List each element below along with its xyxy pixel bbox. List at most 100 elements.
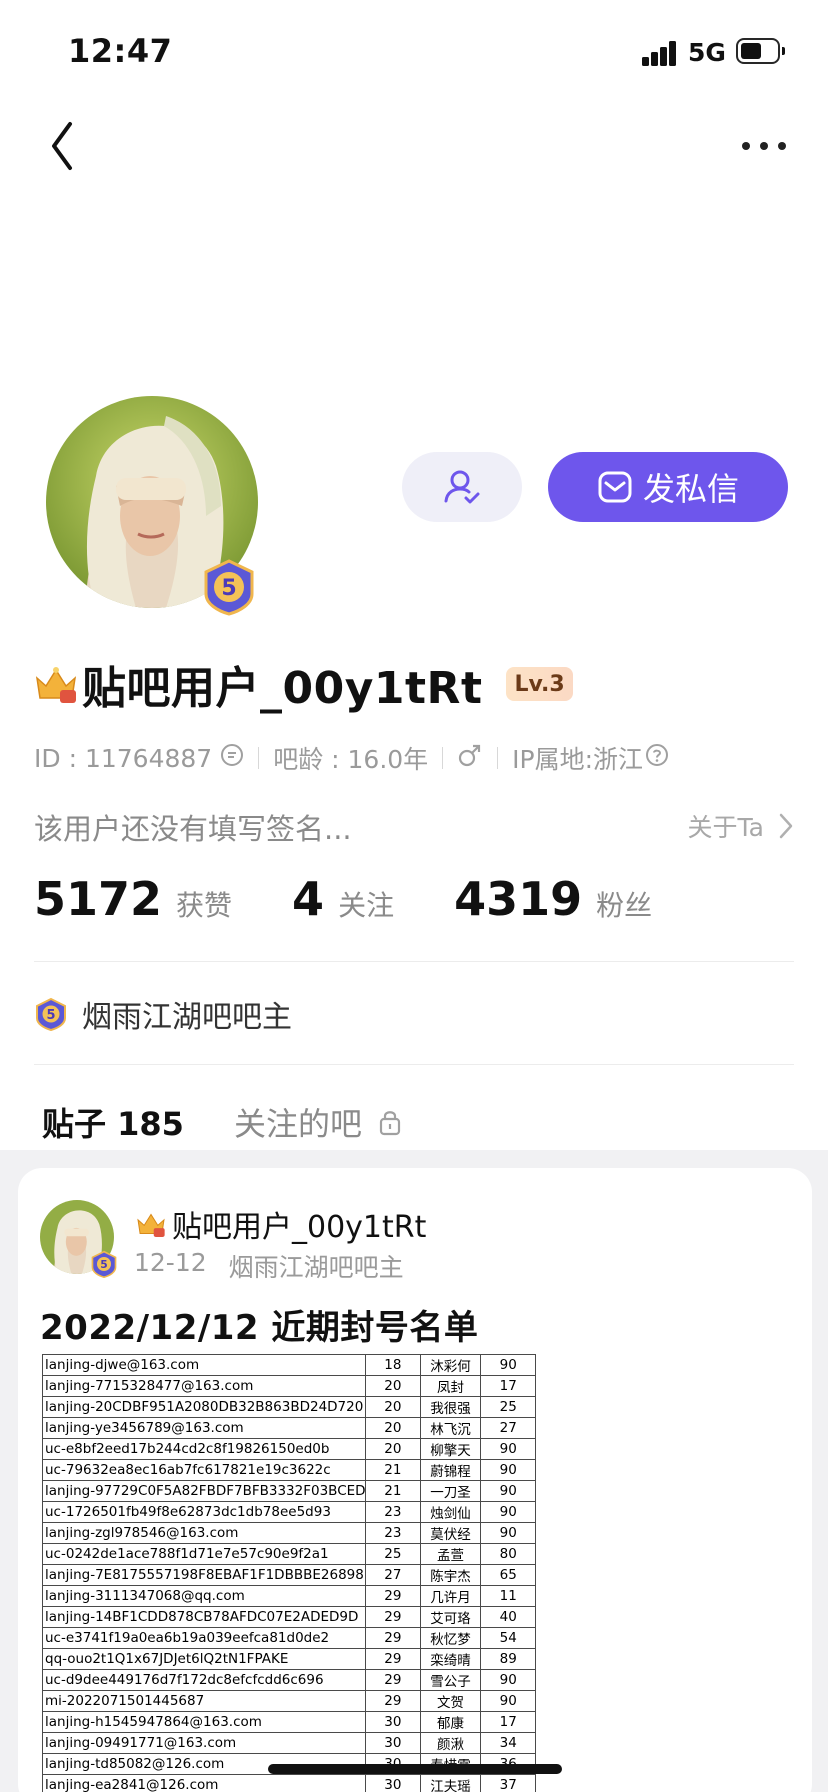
table-cell: 37 <box>480 1774 536 1792</box>
table-row: lanjing-djwe@163.com 18 沐彩何 90 <box>41 1354 536 1376</box>
table-cell: 90 <box>480 1459 536 1481</box>
tab-posts[interactable]: 贴子 185 <box>42 1099 184 1165</box>
send-message-label: 发私信 <box>642 470 739 508</box>
table-row: uc-79632ea8ec16ab7fc617821e19c3622c 21 蔚锦程… <box>41 1459 536 1481</box>
table-cell: 90 <box>480 1669 536 1691</box>
table-cell: 25 <box>480 1396 536 1418</box>
forum-manager-row[interactable]: 5 烟雨江湖吧吧主 <box>34 990 292 1038</box>
profile-tabs: 贴子 185 关注的吧 <box>42 1092 402 1165</box>
following-label[interactable]: 关注 <box>338 884 394 924</box>
table-cell: lanjing-zgl978546@163.com <box>41 1522 367 1544</box>
table-cell: 林飞沉 <box>419 1417 482 1439</box>
about-link[interactable]: 关于Ta <box>688 808 794 844</box>
table-cell: 30 <box>365 1732 421 1754</box>
svg-text:5: 5 <box>221 576 236 601</box>
table-cell: 90 <box>480 1438 536 1460</box>
table-cell: lanjing-djwe@163.com <box>41 1354 367 1376</box>
table-cell: 江夫瑶 <box>419 1774 482 1792</box>
chevron-right-icon <box>779 813 793 839</box>
table-cell: 几许月 <box>419 1585 482 1607</box>
home-indicator <box>268 1764 562 1774</box>
profile-avatar[interactable]: 5 <box>46 396 258 616</box>
table-cell: 23 <box>365 1501 421 1523</box>
user-level-badge: Lv.3 <box>506 667 573 701</box>
table-row: lanjing-14BF1CDD878CB78AFDC07E2ADED9D 29 艾… <box>41 1606 536 1628</box>
table-cell: 17 <box>480 1375 536 1397</box>
crown-icon <box>35 667 77 703</box>
table-cell: lanjing-7715328477@163.com <box>41 1375 367 1397</box>
table-cell: 90 <box>480 1501 536 1523</box>
table-cell: lanjing-3111347068@qq.com <box>41 1585 367 1607</box>
follow-button[interactable] <box>402 452 522 522</box>
table-row: lanjing-3111347068@qq.com 29 几许月 11 <box>41 1585 536 1607</box>
table-cell: 54 <box>480 1627 536 1649</box>
table-cell: 65 <box>480 1564 536 1586</box>
post-card[interactable]: 5 贴吧用户_00y1tRt 12-12 烟雨江湖吧吧主 2022/12/12 … <box>18 1168 812 1792</box>
table-row: lanjing-97729C0F5A82FBDF7BFB3332F03BCED 2… <box>41 1480 536 1502</box>
table-row: lanjing-h1545947864@163.com 30 郁康 17 <box>41 1711 536 1733</box>
table-cell: uc-0242de1ace788f1d71e7e57c90e9f2a1 <box>41 1543 367 1565</box>
send-message-button[interactable]: 发私信 <box>548 452 788 522</box>
signature-text: 该用户还没有填写签名... <box>34 812 352 846</box>
tab-followed-forums[interactable]: 关注的吧 <box>234 1099 402 1145</box>
more-button[interactable] <box>738 130 790 162</box>
level-five-badge-icon: 5 <box>200 558 258 616</box>
meta-divider <box>497 747 499 769</box>
tab-followed-label: 关注的吧 <box>233 1105 362 1143</box>
table-cell: 20 <box>365 1417 421 1439</box>
table-cell: 莫伏经 <box>419 1522 482 1544</box>
table-row: lanjing-09491771@163.com 30 颜湫 34 <box>41 1732 536 1754</box>
profile-meta-row: ID : 11764887 吧龄 : 16.0年 IP属地:浙江 <box>34 740 669 776</box>
manager-title: 烟雨江湖吧吧主 <box>82 1000 292 1035</box>
table-cell: 20 <box>365 1375 421 1397</box>
table-cell: lanjing-97729C0F5A82FBDF7BFB3332F03BCED <box>41 1480 367 1502</box>
post-image-table[interactable]: lanjing-djwe@163.com 18 沐彩何 90 lanjing-77153… <box>41 1354 536 1792</box>
table-row: uc-e3741f19a0ea6b19a039eefca81d0de2 29 秋忆梦… <box>41 1627 536 1649</box>
male-gender-icon <box>457 742 483 774</box>
table-cell: 23 <box>365 1522 421 1544</box>
help-circle-icon[interactable] <box>645 743 669 773</box>
table-cell: 29 <box>365 1627 421 1649</box>
table-cell: 40 <box>480 1606 536 1628</box>
table-cell: 27 <box>365 1564 421 1586</box>
table-cell: 90 <box>480 1690 536 1712</box>
stats-row: 5172 获赞 4 关注 4319 粉丝 <box>34 872 712 932</box>
manager-badge-icon: 5 <box>36 997 66 1031</box>
post-title[interactable]: 2022/12/12 近期封号名单 <box>40 1300 478 1349</box>
ip-location: IP属地:浙江 <box>512 745 644 774</box>
table-cell: uc-1726501fb49f8e62873dc1db78ee5d93 <box>41 1501 367 1523</box>
table-cell: lanjing-ea2841@126.com <box>41 1774 367 1792</box>
post-author-row[interactable]: 贴吧用户_00y1tRt <box>136 1202 426 1246</box>
table-row: lanjing-ye3456789@163.com 20 林飞沉 27 <box>41 1417 536 1439</box>
table-cell: 20 <box>365 1438 421 1460</box>
table-cell: lanjing-ye3456789@163.com <box>41 1417 367 1439</box>
likes-label: 获赞 <box>176 889 233 922</box>
back-button[interactable] <box>42 118 82 174</box>
following-count[interactable]: 4 <box>292 872 324 926</box>
table-cell: 艾可珞 <box>419 1606 482 1628</box>
table-cell: lanjing-h1545947864@163.com <box>41 1711 367 1733</box>
table-cell: lanjing-20CDBF951A2080DB32B863BD24D720 <box>41 1396 367 1418</box>
lock-icon <box>379 1111 401 1136</box>
post-author-avatar[interactable]: 5 <box>40 1200 117 1279</box>
table-cell: 20 <box>365 1396 421 1418</box>
table-cell: 雪公子 <box>419 1669 482 1691</box>
table-cell: 烛剑仙 <box>419 1501 482 1523</box>
table-cell: 27 <box>480 1417 536 1439</box>
table-cell: uc-79632ea8ec16ab7fc617821e19c3622c <box>41 1459 367 1481</box>
table-cell: 凤封 <box>419 1375 482 1397</box>
table-row: lanjing-7E8175557198F8EBAF1F1DBBBE26898 2… <box>41 1564 536 1586</box>
followers-label[interactable]: 粉丝 <box>596 884 652 924</box>
table-cell: 21 <box>365 1480 421 1502</box>
message-icon <box>598 471 632 503</box>
likes-count: 5172 <box>34 872 163 926</box>
table-cell: 18 <box>365 1354 421 1376</box>
followers-count[interactable]: 4319 <box>454 872 582 926</box>
table-row: uc-0242de1ace788f1d71e7e57c90e9f2a1 25 孟萱 8… <box>41 1543 536 1565</box>
table-cell: lanjing-14BF1CDD878CB78AFDC07E2ADED9D <box>41 1606 367 1628</box>
copy-id-icon[interactable] <box>220 743 244 773</box>
status-time: 12:47 <box>68 32 173 70</box>
table-cell: 孟萱 <box>419 1543 482 1565</box>
forum-age: 吧龄 : 16.0年 <box>273 745 429 774</box>
table-row: qq-ouo2t1Q1x67JDJet6lQ2tN1FPAKE 29 栾绮晴 89 <box>41 1648 536 1670</box>
